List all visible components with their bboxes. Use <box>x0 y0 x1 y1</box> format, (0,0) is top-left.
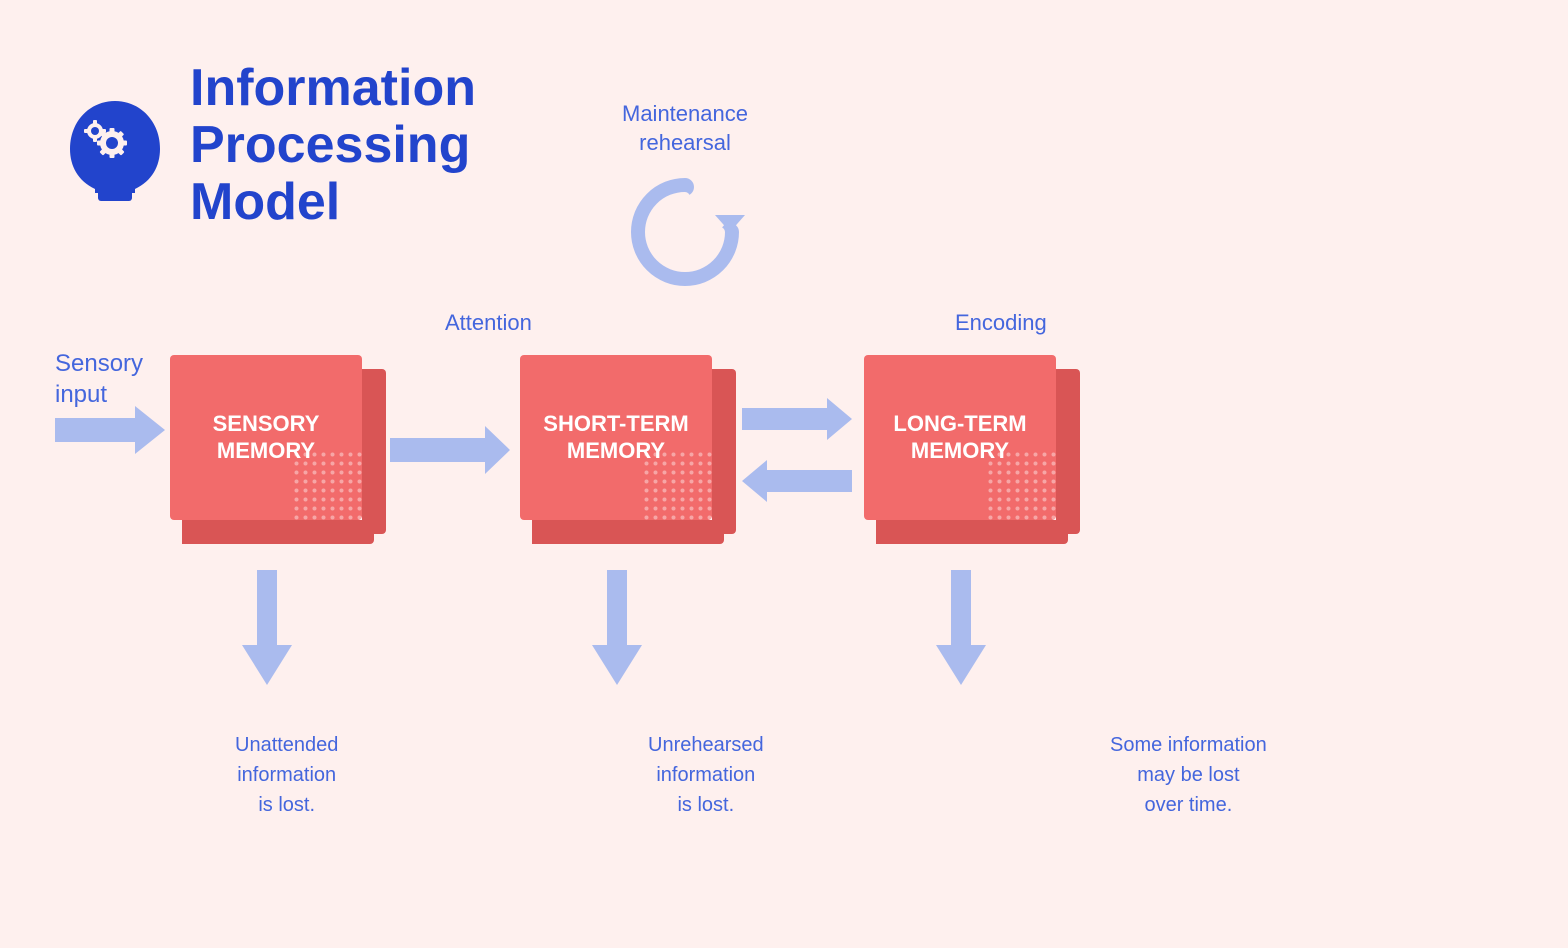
encoding-arrow <box>742 394 852 444</box>
sensory-down-arrow <box>242 570 292 690</box>
short-term-memory-block: SHORT-TERMMEMORY <box>520 355 730 545</box>
title-line2: Processing <box>190 116 470 174</box>
unattended-label: Unattendedinformationis lost. <box>235 730 338 820</box>
retrieval-arrow <box>742 456 852 506</box>
long-term-memory-label: LONG-TERMMEMORY <box>893 411 1026 464</box>
page-title: Information Processing Model <box>190 60 476 232</box>
long-term-memory-block: LONG-TERMMEMORY <box>864 355 1074 545</box>
short-term-memory-label: SHORT-TERMMEMORY <box>543 411 688 464</box>
rehearsal-arrow-icon <box>620 167 750 297</box>
unrehearsed-label: Unrehearsedinformationis lost. <box>648 730 764 820</box>
encoding-retrieval-arrows <box>742 394 852 506</box>
sensory-input-arrow <box>55 400 165 460</box>
attention-arrow <box>390 420 510 480</box>
title-line1: Information <box>190 59 476 117</box>
header: Information Processing Model <box>60 60 476 232</box>
title-line3: Model <box>190 173 340 231</box>
maintenance-rehearsal-label: Maintenancerehearsal <box>620 100 750 157</box>
maintenance-rehearsal-group: Maintenancerehearsal <box>620 100 750 302</box>
short-term-down-arrow <box>592 570 642 690</box>
main-diagram: SENSORYMEMORY SHORT-TERMMEMORY <box>170 355 1074 545</box>
sensory-memory-label: SENSORYMEMORY <box>213 411 320 464</box>
encoding-label: Encoding <box>955 310 1047 336</box>
sensory-memory-block: SENSORYMEMORY <box>170 355 380 545</box>
long-term-lost-label: Some informationmay be lostover time. <box>1110 730 1267 820</box>
brain-icon <box>60 91 170 201</box>
attention-label: Attention <box>445 310 532 336</box>
long-term-down-arrow <box>936 570 986 690</box>
